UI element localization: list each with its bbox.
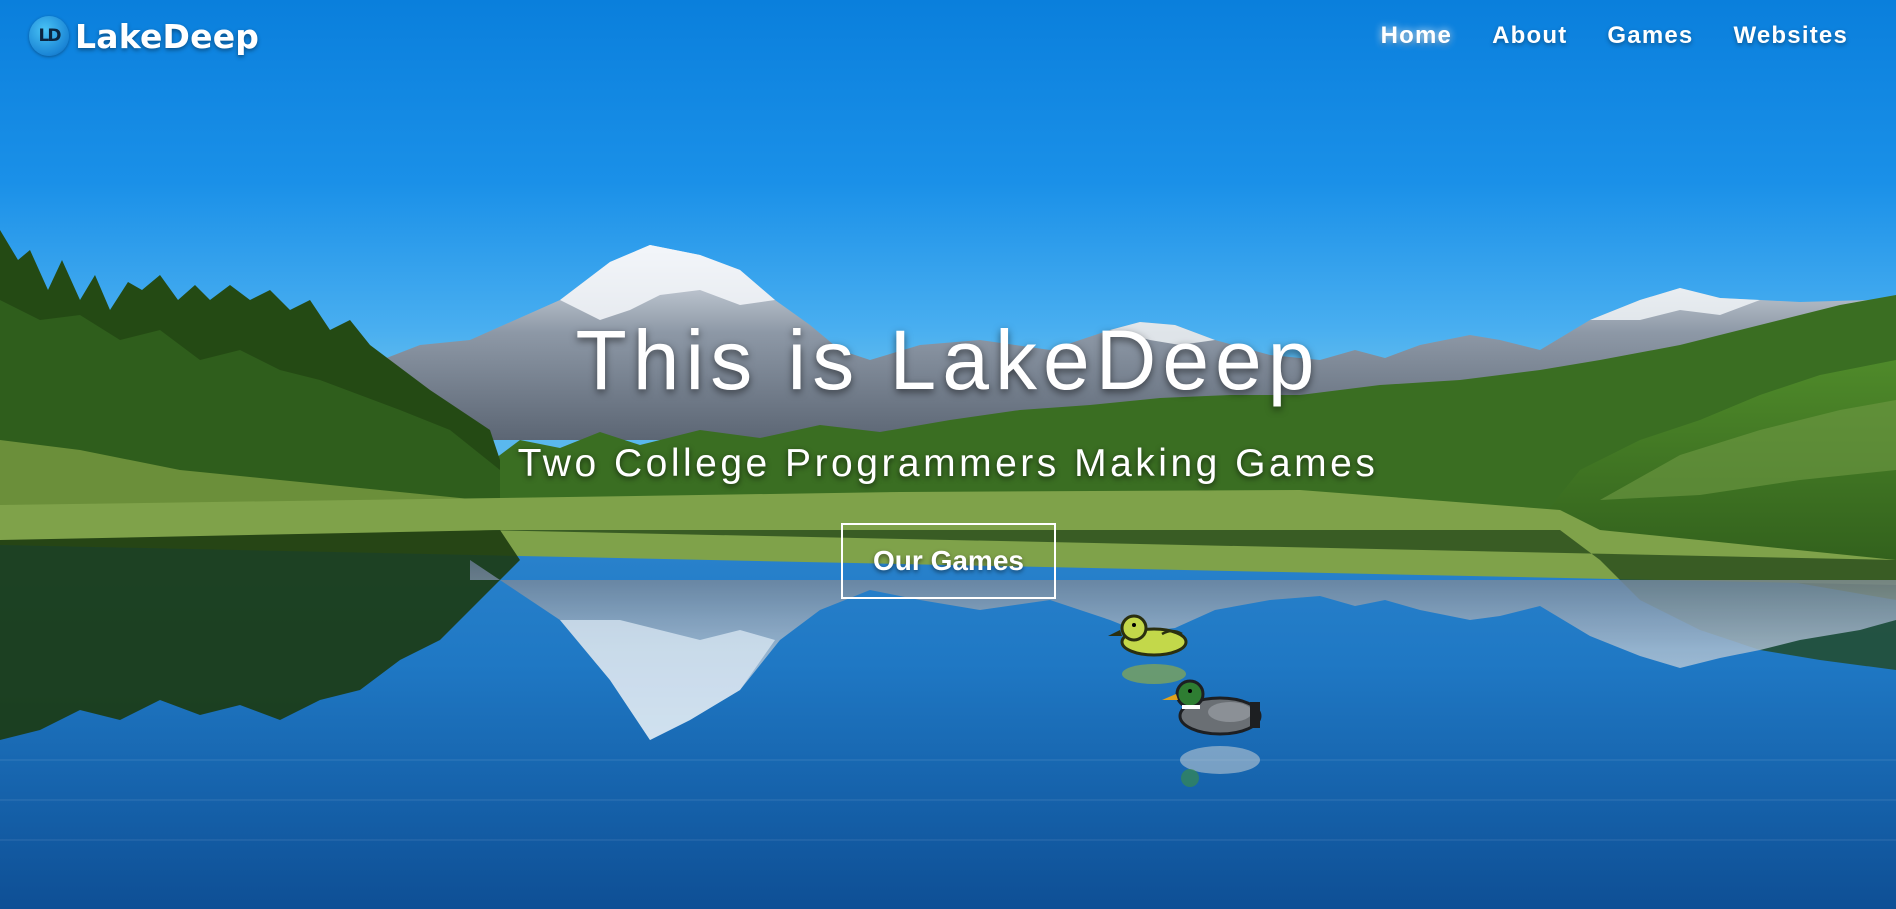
nav-menu: Home About Games Websites [1341,22,1848,50]
our-games-button[interactable]: Our Games [841,523,1056,599]
nav-item-about[interactable]: About [1492,22,1567,50]
nav-item-websites[interactable]: Websites [1733,22,1848,50]
hero-section: LD LakeDeep Home About Games Websites Th… [0,0,1896,909]
lakedeep-logo-icon: LD [29,16,69,56]
logo-mark-text: LD [38,26,62,46]
brand-name: LakeDeep [75,16,260,56]
hero-subtitle: Two College Programmers Making Games [517,442,1379,485]
nav-item-games[interactable]: Games [1607,22,1693,50]
brand-logo-link[interactable]: LD LakeDeep [29,16,259,56]
nav-item-home[interactable]: Home [1381,22,1452,50]
top-navigation: LD LakeDeep Home About Games Websites [0,14,1896,62]
hero-title: This is LakeDeep [575,313,1321,407]
